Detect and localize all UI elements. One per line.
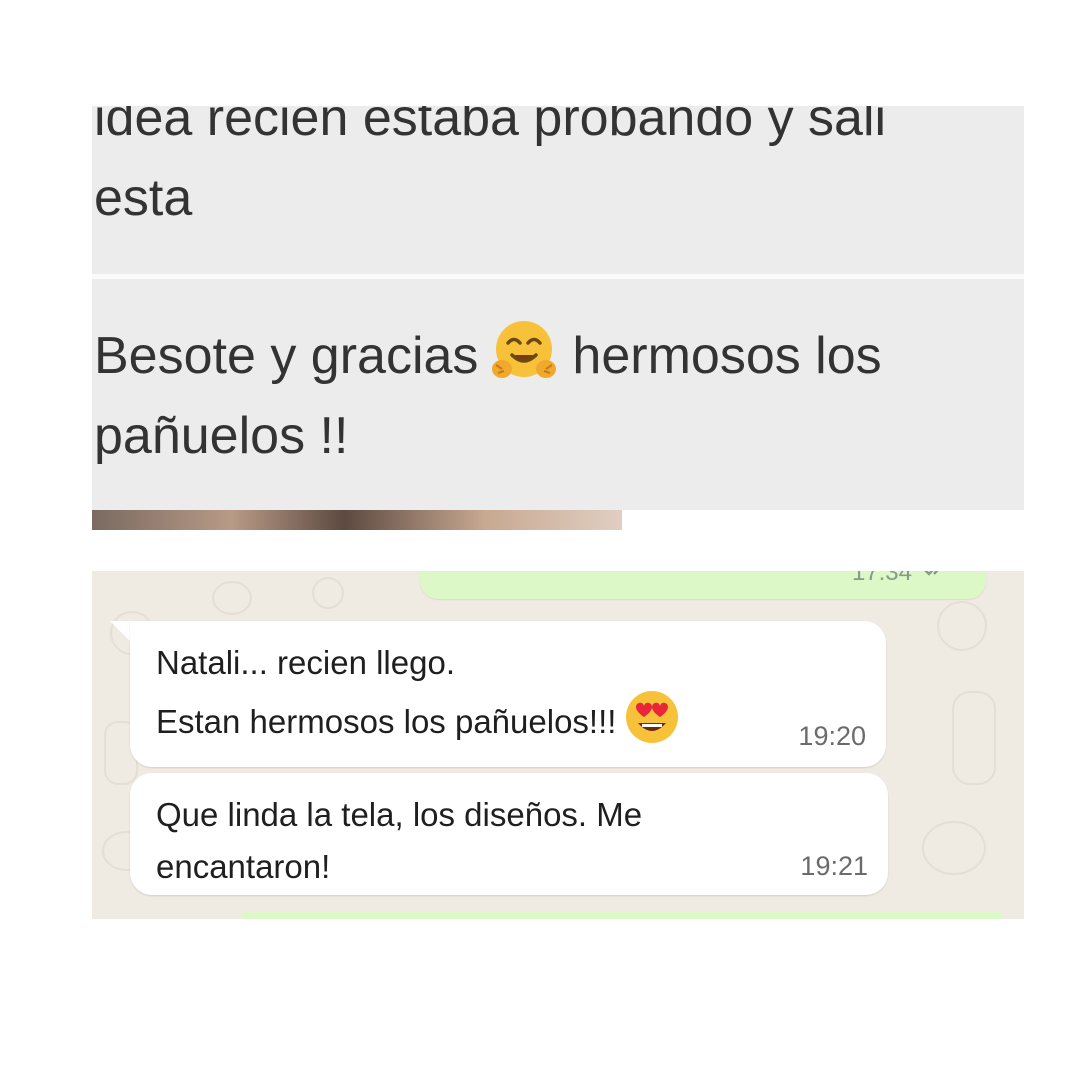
hugging-face-emoji-icon: [488, 315, 560, 387]
message-text: Besote y gracias hermosos los pañuelos !…: [94, 315, 1024, 476]
message-text: Que linda la tela, los diseños. Me encan…: [156, 789, 642, 893]
wallpaper-doodle: [937, 601, 987, 651]
message-bubble-2: Besote y gracias hermosos los pañuelos !…: [92, 279, 1024, 505]
incoming-message-bubble[interactable]: Que linda la tela, los diseños. Me encan…: [130, 773, 888, 895]
outgoing-message-peek: [242, 911, 1002, 919]
wallpaper-doodle: [312, 577, 344, 609]
message-time: 17:34: [851, 571, 912, 586]
message-line: idea recien estaba probando y sali: [94, 106, 887, 147]
photo-thumbnail[interactable]: [92, 510, 652, 530]
bubble-tail: [110, 621, 132, 643]
photo-background: [622, 510, 1024, 530]
incoming-message-bubble[interactable]: Natali... recien llego. Estan hermosos l…: [130, 621, 886, 767]
message-text-part: pañuelos !!: [94, 407, 349, 465]
message-line: esta: [94, 169, 193, 227]
message-line-text: Estan hermosos los pañuelos!!!: [156, 703, 617, 740]
bottom-chat-screenshot: 17:34 Natali... recien llego. Estan herm…: [92, 571, 1024, 919]
outgoing-message-bubble[interactable]: 17:34: [420, 571, 986, 599]
message-text: Natali... recien llego. Estan hermosos l…: [156, 637, 680, 748]
top-chat-screenshot: idea recien estaba probando y sali esta …: [92, 106, 1024, 530]
message-line: Natali... recien llego.: [156, 644, 455, 681]
message-text-part: hermosos los: [572, 327, 882, 385]
message-line: Que linda la tela, los diseños. Me: [156, 796, 643, 833]
message-bubble-1: idea recien estaba probando y sali esta: [92, 106, 1024, 274]
heart-eyes-emoji-icon: [624, 689, 680, 745]
double-check-icon: [922, 571, 952, 582]
message-text-part: Besote y gracias: [94, 327, 479, 385]
message-line: encantaron!: [156, 848, 331, 885]
message-time: 19:21: [800, 851, 868, 881]
wallpaper-doodle: [212, 581, 252, 615]
wallpaper-doodle: [922, 821, 986, 875]
message-time: 19:20: [798, 721, 866, 751]
message-text: idea recien estaba probando y sali esta: [94, 106, 1024, 238]
wallpaper-doodle: [952, 691, 996, 785]
message-line: Estan hermosos los pañuelos!!!: [156, 689, 680, 748]
